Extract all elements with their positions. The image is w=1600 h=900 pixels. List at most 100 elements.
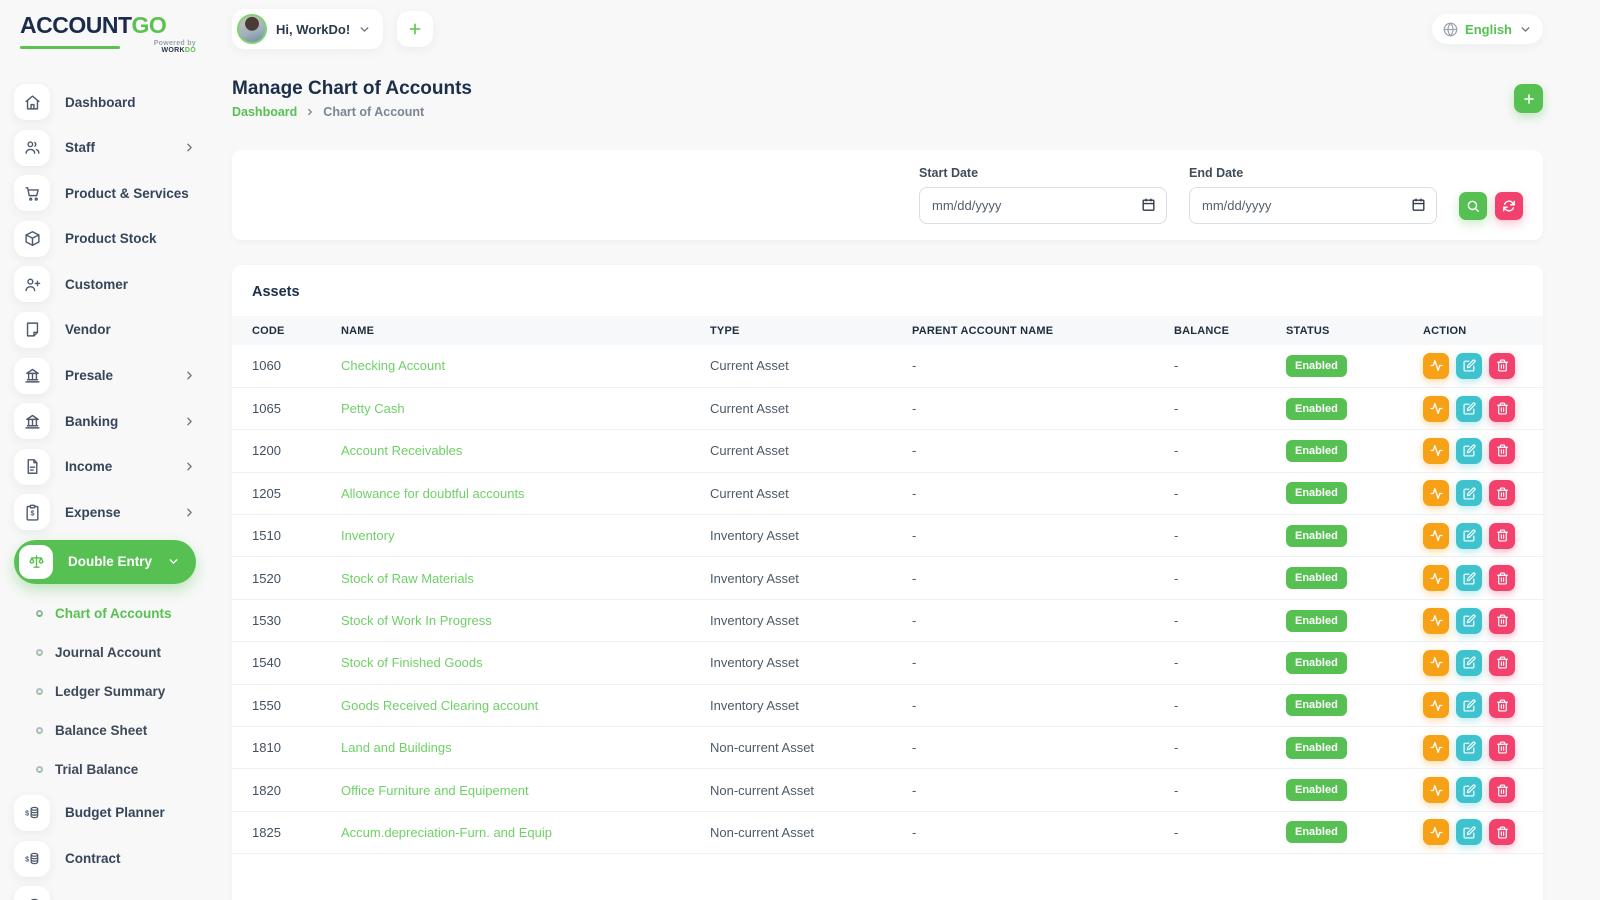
activity-button[interactable]: [1423, 777, 1449, 803]
calendar-icon[interactable]: [1411, 197, 1426, 212]
sidebar-item-product-services[interactable]: Product & Services: [14, 175, 196, 211]
row-actions: [1423, 565, 1543, 591]
sidebar-item-staff[interactable]: Staff: [14, 130, 196, 166]
sidebar-item-dashboard[interactable]: Dashboard: [14, 84, 196, 120]
sidebar-item-expense[interactable]: $ Expense: [14, 494, 196, 530]
sidebar-item-vendor[interactable]: Vendor: [14, 312, 196, 348]
account-name-link[interactable]: Petty Cash: [341, 401, 405, 416]
account-name-link[interactable]: Account Receivables: [341, 443, 462, 458]
sidebar-item-partial[interactable]: [14, 886, 196, 900]
delete-button[interactable]: [1489, 438, 1515, 464]
row-actions: [1423, 608, 1543, 634]
sidebar-item-contract[interactable]: $ Contract: [14, 841, 196, 877]
activity-button[interactable]: [1423, 819, 1449, 845]
end-date-input[interactable]: [1189, 187, 1437, 224]
account-name-link[interactable]: Stock of Work In Progress: [341, 613, 492, 628]
sidebar-subitem-balance-sheet[interactable]: Balance Sheet: [14, 711, 196, 750]
trash-icon: [1496, 402, 1509, 415]
filter-buttons: [1459, 192, 1523, 220]
edit-button[interactable]: [1456, 438, 1482, 464]
edit-button[interactable]: [1456, 480, 1482, 506]
activity-button[interactable]: [1423, 438, 1449, 464]
delete-button[interactable]: [1489, 735, 1515, 761]
edit-icon: [1463, 487, 1476, 500]
edit-button[interactable]: [1456, 396, 1482, 422]
sidebar-item-product-stock[interactable]: Product Stock: [14, 221, 196, 257]
account-name-link[interactable]: Stock of Finished Goods: [341, 655, 483, 670]
delete-button[interactable]: [1489, 480, 1515, 506]
activity-button[interactable]: [1423, 396, 1449, 422]
edit-button[interactable]: [1456, 650, 1482, 676]
sidebar-subitem-ledger-summary[interactable]: Ledger Summary: [14, 672, 196, 711]
sidebar-subitem-trial-balance[interactable]: Trial Balance: [14, 750, 196, 789]
edit-button[interactable]: [1456, 819, 1482, 845]
activity-button[interactable]: [1423, 650, 1449, 676]
activity-button[interactable]: [1423, 353, 1449, 379]
edit-icon: [1463, 529, 1476, 542]
account-name-link[interactable]: Inventory: [341, 528, 394, 543]
account-name-link[interactable]: Allowance for doubtful accounts: [341, 486, 525, 501]
sidebar-item-banking[interactable]: Banking: [14, 403, 196, 439]
quick-add-button[interactable]: [397, 11, 433, 47]
chevron-right-icon: [183, 506, 196, 519]
sidebar-subitem-journal-account[interactable]: Journal Account: [14, 633, 196, 672]
delete-button[interactable]: [1489, 777, 1515, 803]
edit-button[interactable]: [1456, 608, 1482, 634]
delete-button[interactable]: [1489, 608, 1515, 634]
page-head: Manage Chart of Accounts Dashboard Chart…: [232, 78, 1543, 119]
start-date-input[interactable]: [919, 187, 1167, 224]
account-code: 1520: [252, 571, 281, 586]
delete-button[interactable]: [1489, 396, 1515, 422]
edit-button[interactable]: [1456, 735, 1482, 761]
sidebar-subitem-chart-of-accounts[interactable]: Chart of Accounts: [14, 594, 196, 633]
search-button[interactable]: [1459, 192, 1487, 220]
delete-button[interactable]: [1489, 819, 1515, 845]
status-badge: Enabled: [1286, 779, 1347, 801]
delete-button[interactable]: [1489, 353, 1515, 379]
svg-text:$: $: [25, 810, 29, 818]
activity-button[interactable]: [1423, 523, 1449, 549]
status-badge: Enabled: [1286, 694, 1347, 716]
delete-button[interactable]: [1489, 692, 1515, 718]
account-name-link[interactable]: Goods Received Clearing account: [341, 698, 538, 713]
user-menu[interactable]: Hi, WorkDo!: [232, 9, 383, 49]
reset-button[interactable]: [1495, 192, 1523, 220]
account-name-link[interactable]: Checking Account: [341, 358, 445, 373]
activity-button[interactable]: [1423, 692, 1449, 718]
delete-button[interactable]: [1489, 650, 1515, 676]
sidebar-item-budget-planner[interactable]: $ Budget Planner: [14, 795, 196, 831]
language-selector[interactable]: English: [1432, 14, 1543, 44]
edit-button[interactable]: [1456, 565, 1482, 591]
activity-button[interactable]: [1423, 735, 1449, 761]
delete-button[interactable]: [1489, 565, 1515, 591]
app-logo[interactable]: ACCOUNTGO Powered by WORKDO: [20, 12, 196, 54]
activity-button[interactable]: [1423, 608, 1449, 634]
calendar-icon[interactable]: [1141, 197, 1156, 212]
account-name-link[interactable]: Stock of Raw Materials: [341, 571, 474, 586]
account-balance: -: [1174, 825, 1178, 840]
breadcrumb-current: Chart of Account: [323, 105, 424, 119]
chevron-down-icon: [358, 23, 371, 36]
sidebar-item-label: Customer: [65, 277, 128, 292]
sidebar-item-presale[interactable]: Presale: [14, 358, 196, 394]
sidebar-item-customer[interactable]: Customer: [14, 266, 196, 302]
edit-button[interactable]: [1456, 777, 1482, 803]
activity-icon: [1430, 699, 1443, 712]
edit-icon: [1463, 656, 1476, 669]
status-badge: Enabled: [1286, 355, 1347, 377]
activity-button[interactable]: [1423, 480, 1449, 506]
account-name-link[interactable]: Land and Buildings: [341, 740, 452, 755]
create-account-button[interactable]: [1514, 84, 1543, 113]
edit-button[interactable]: [1456, 692, 1482, 718]
breadcrumb-dashboard-link[interactable]: Dashboard: [232, 105, 297, 119]
sidebar-item-double-entry[interactable]: Double Entry: [14, 540, 196, 584]
account-name-link[interactable]: Accum.depreciation-Furn. and Equip: [341, 825, 552, 840]
delete-button[interactable]: [1489, 523, 1515, 549]
account-code: 1820: [252, 783, 281, 798]
activity-button[interactable]: [1423, 565, 1449, 591]
sidebar-subitem-label: Ledger Summary: [55, 684, 165, 699]
account-name-link[interactable]: Office Furniture and Equipement: [341, 783, 529, 798]
sidebar-item-income[interactable]: Income: [14, 449, 196, 485]
edit-button[interactable]: [1456, 523, 1482, 549]
edit-button[interactable]: [1456, 353, 1482, 379]
